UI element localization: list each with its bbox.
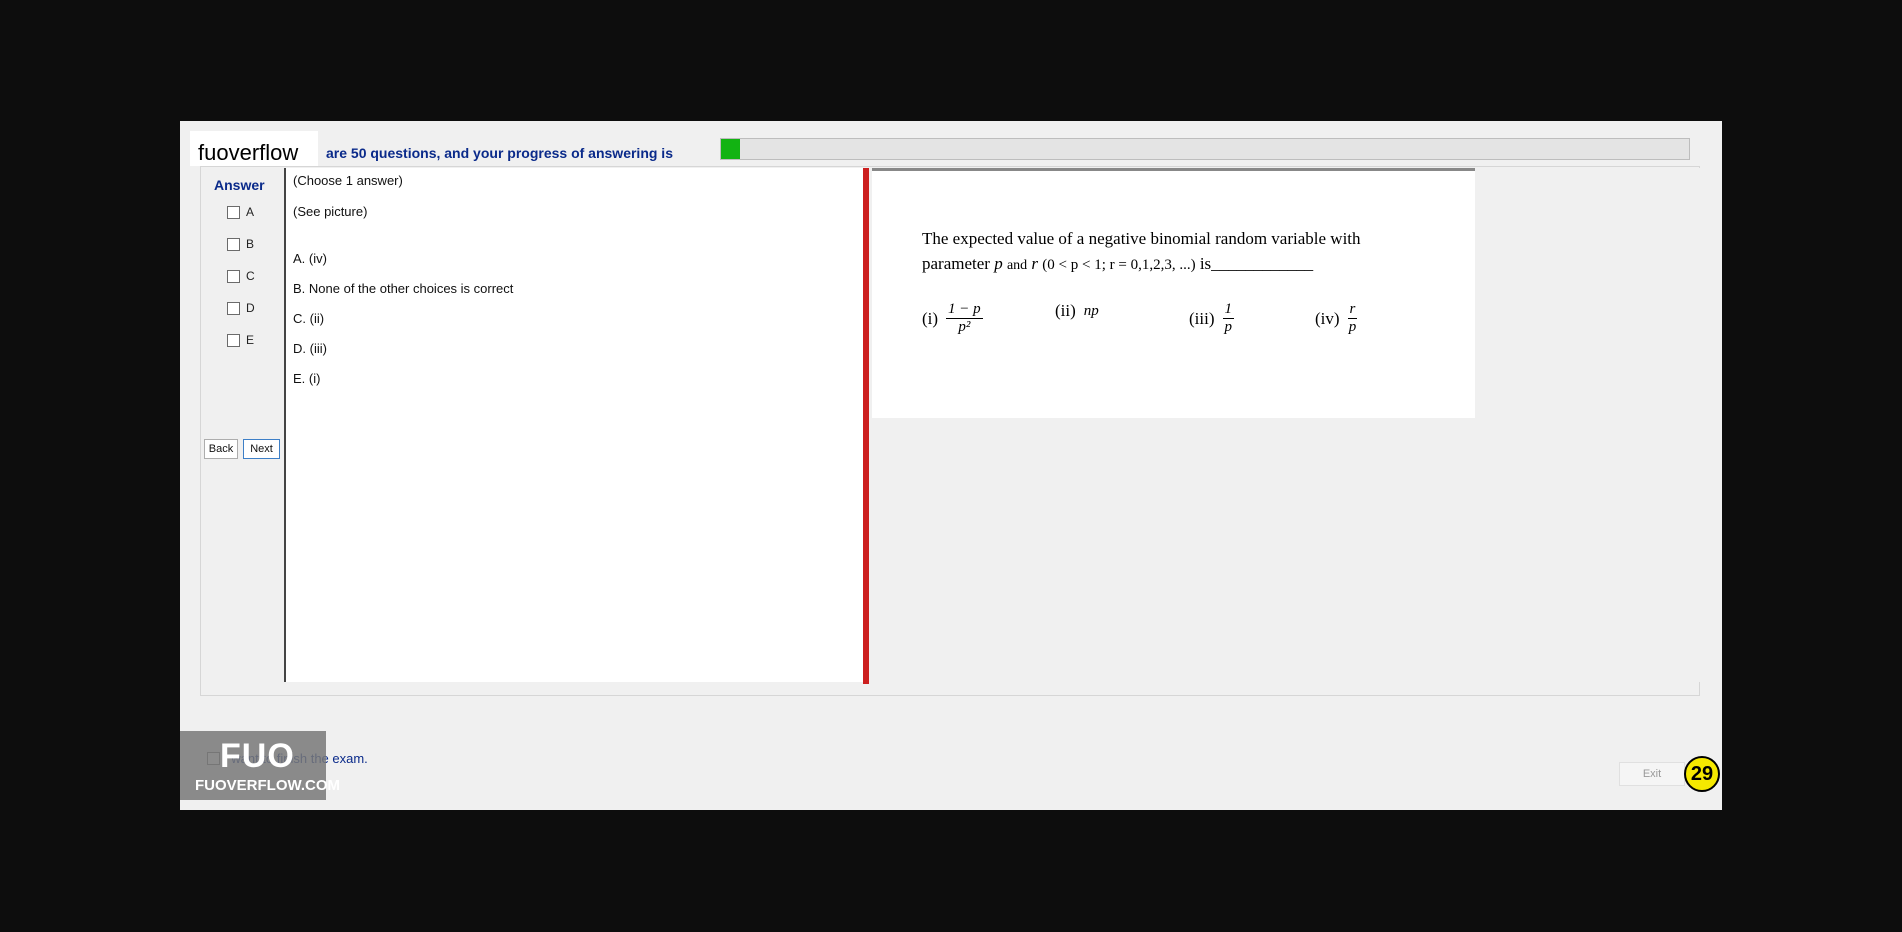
- instruction-text: (Choose 1 answer): [293, 173, 403, 188]
- formula-option-i: (i) 1 − p p²: [922, 301, 983, 336]
- option-iv-numerator: r: [1347, 301, 1358, 319]
- option-c-checkbox[interactable]: [227, 269, 240, 283]
- progress-bar: [720, 138, 1690, 160]
- answer-column: Answer A B C D E Back Next: [180, 167, 284, 547]
- formula-option-iii: (iii) 1 p: [1189, 301, 1234, 336]
- option-ii-label: (ii): [1055, 301, 1076, 320]
- see-picture-text: (See picture): [293, 204, 368, 219]
- option-d-checkbox[interactable]: [227, 301, 240, 315]
- param-p: p: [994, 254, 1003, 273]
- param-word: parameter: [922, 254, 990, 273]
- watermark-logo: FUO FUOVERFLOW.COM: [180, 731, 340, 800]
- option-b-label: B: [246, 237, 255, 251]
- formula-option-iv: (iv) r p: [1315, 301, 1358, 336]
- question-number-badge: 29: [1684, 756, 1720, 792]
- question-area: The expected value of a negative binomia…: [869, 168, 1700, 682]
- option-iii-denominator: p: [1224, 319, 1233, 335]
- option-c-label: C: [246, 269, 255, 283]
- option-i-label: (i): [922, 308, 939, 328]
- param-r: r: [1031, 254, 1039, 273]
- option-ii-value: np: [1083, 302, 1099, 319]
- option-i-denominator: p²: [958, 319, 971, 335]
- progress-fill: [721, 139, 741, 159]
- header-bar: fuoverflow are 50 questions, and your pr…: [180, 121, 1722, 167]
- option-e-checkbox[interactable]: [227, 333, 240, 347]
- option-c[interactable]: C: [227, 269, 255, 283]
- brand-label: fuoverflow: [198, 140, 299, 165]
- option-e-label: E: [246, 333, 255, 347]
- choice-c-text: C. (ii): [293, 311, 325, 326]
- option-d[interactable]: D: [227, 301, 255, 315]
- question-statement: The expected value of a negative binomia…: [922, 226, 1422, 278]
- option-iv-label: (iv): [1315, 308, 1340, 328]
- exit-button[interactable]: Exit: [1619, 762, 1685, 786]
- and-word: and: [1006, 258, 1028, 273]
- question-line-1: The expected value of a negative binomia…: [922, 229, 1361, 248]
- option-iii-numerator: 1: [1222, 301, 1234, 319]
- back-button[interactable]: Back: [204, 439, 238, 459]
- choice-e-text: E. (i): [293, 371, 321, 386]
- option-iii-fraction: 1 p: [1222, 301, 1234, 336]
- logo-text: FUOVERFLOW.COM: [195, 777, 340, 794]
- option-i-numerator: 1 − p: [946, 301, 983, 319]
- option-iii-label: (iii): [1189, 308, 1215, 328]
- option-i-fraction: 1 − p p²: [946, 301, 983, 336]
- option-b-checkbox[interactable]: [227, 237, 240, 251]
- next-button[interactable]: Next: [243, 439, 280, 459]
- param-condition: (0 < p < 1; r = 0,1,2,3, ...): [1042, 257, 1196, 273]
- answer-title: Answer: [214, 177, 265, 193]
- answers-text-panel: (Choose 1 answer) (See picture) A. (iv) …: [284, 168, 864, 682]
- option-iv-denominator: p: [1348, 319, 1357, 335]
- option-e[interactable]: E: [227, 333, 254, 347]
- option-iv-fraction: r p: [1347, 301, 1358, 336]
- choice-d-text: D. (iii): [293, 341, 327, 356]
- option-a-label: A: [246, 205, 255, 219]
- option-a-checkbox[interactable]: [227, 205, 240, 219]
- progress-text: are 50 questions, and your progress of a…: [326, 145, 673, 161]
- choice-b-text: B. None of the other choices is correct: [293, 281, 514, 296]
- blank-suffix: is____________: [1199, 254, 1314, 273]
- question-line-2: parameter p and r (0 < p < 1; r = 0,1,2,…: [922, 251, 1422, 278]
- footer-bar: I want to finish the exam. FUO FUOVERFLO…: [180, 731, 1722, 810]
- exam-window: fuoverflow are 50 questions, and your pr…: [180, 121, 1722, 810]
- option-a[interactable]: A: [227, 205, 254, 219]
- option-b[interactable]: B: [227, 237, 254, 251]
- choice-a-text: A. (iv): [293, 251, 327, 266]
- option-d-label: D: [246, 301, 255, 315]
- logo-mark: FUO: [220, 737, 295, 775]
- formula-option-ii: (ii) np: [1055, 301, 1099, 321]
- question-image: The expected value of a negative binomia…: [872, 168, 1475, 418]
